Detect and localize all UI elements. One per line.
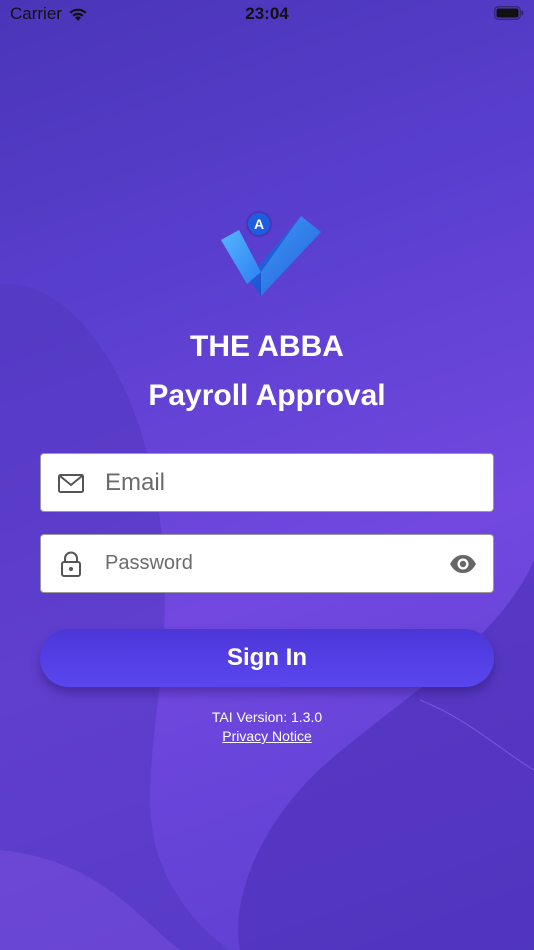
status-time: 23:04 [245,4,289,23]
eye-icon[interactable] [448,549,478,579]
email-field[interactable] [40,453,494,512]
version-text: TAI Version: 1.3.0 [211,709,323,725]
app-subtitle: Payroll Approval [148,379,386,412]
logo-badge-letter: A [254,216,264,232]
app-title: THE ABBA [190,330,344,363]
mail-icon [58,473,84,493]
battery-icon [494,6,524,20]
privacy-notice-link[interactable]: Privacy Notice [0,728,534,744]
password-input[interactable] [103,534,448,593]
password-field[interactable] [40,534,494,593]
app-logo-icon: A [221,211,321,296]
sign-in-button[interactable]: Sign In [40,629,494,687]
lock-icon [61,551,81,577]
status-bar: Carrier 23:04 [0,0,534,28]
email-input[interactable] [103,453,493,512]
